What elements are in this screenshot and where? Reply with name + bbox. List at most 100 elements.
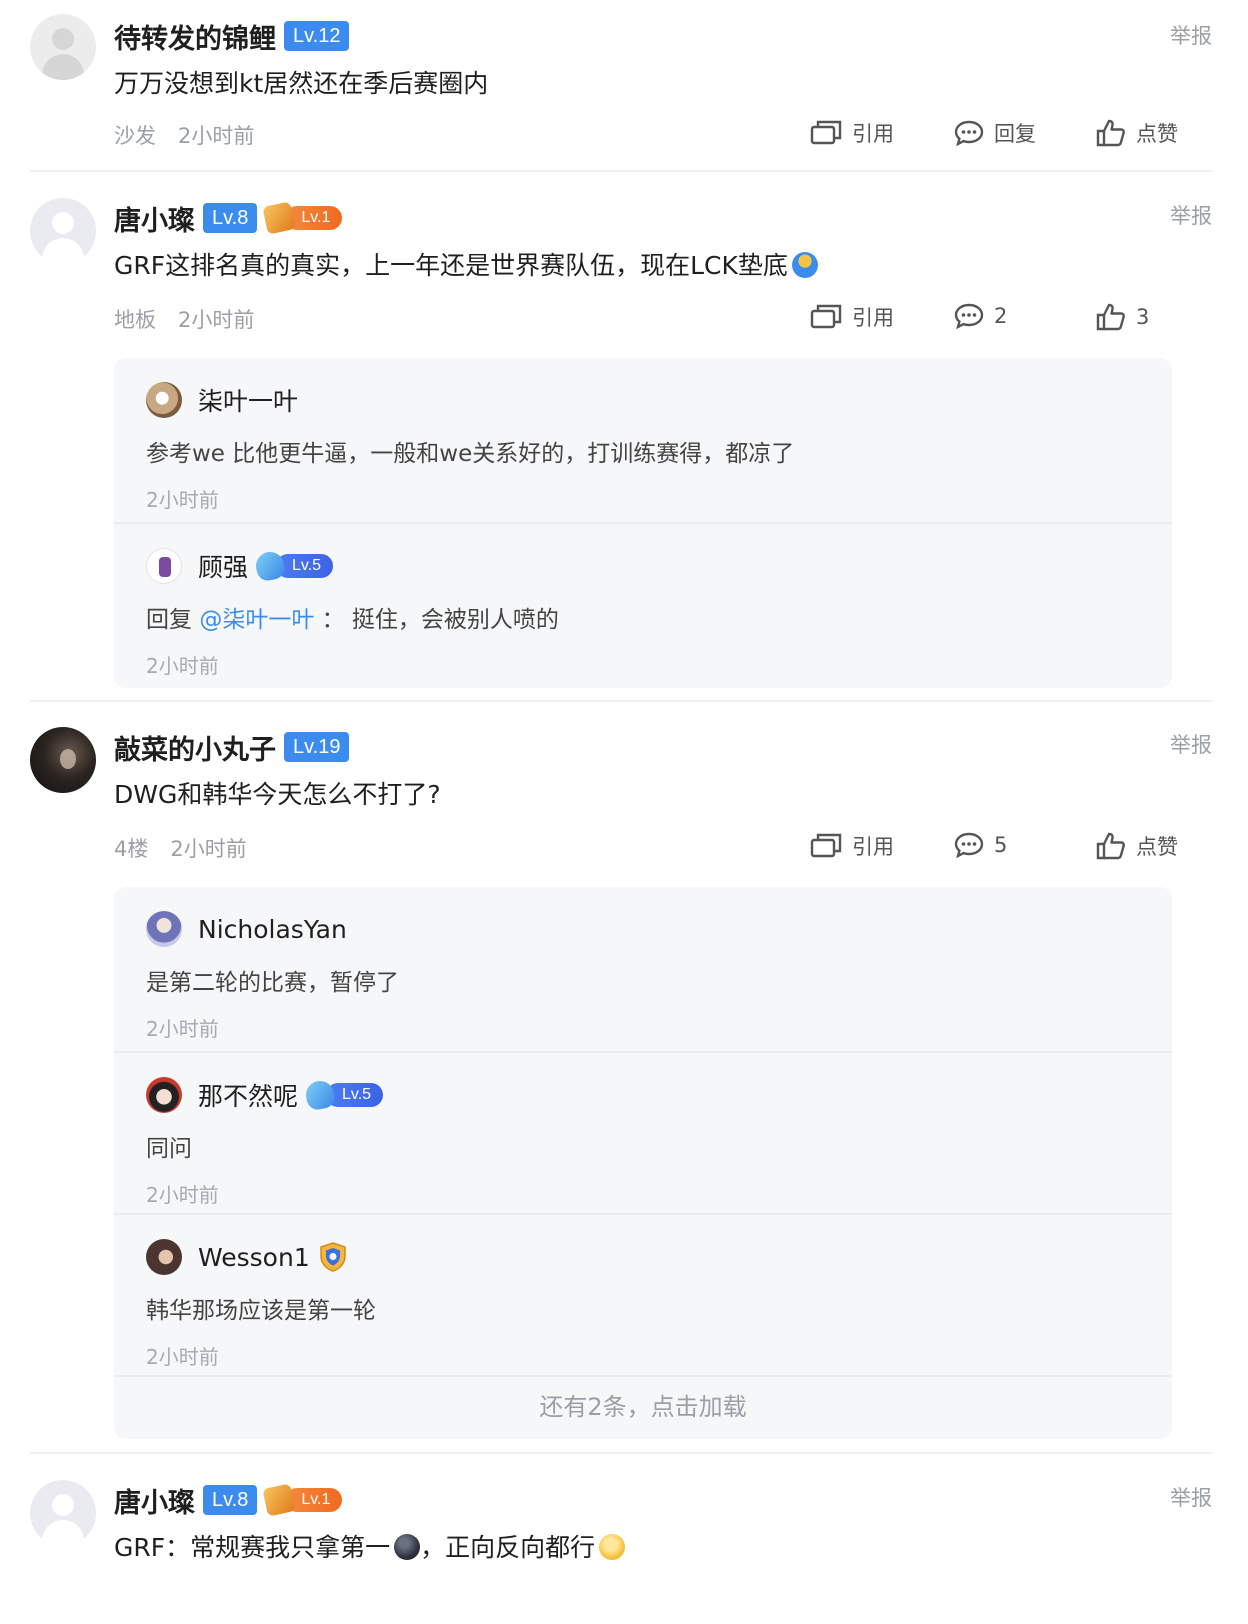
report-button[interactable]: 举报 <box>1170 729 1212 759</box>
user-avatar[interactable] <box>30 1480 96 1546</box>
game-level-badge: Lv.5 <box>253 549 334 583</box>
level-badge: Lv.19 <box>284 732 350 762</box>
load-more-button[interactable]: 还有2条，点击加载 <box>114 1377 1172 1437</box>
reply-count-button[interactable]: 2 <box>954 302 1007 330</box>
thumbs-up-icon <box>1096 119 1125 147</box>
divider <box>30 700 1212 702</box>
reply-item: Wesson1 韩华那场应该是第一轮 2小时前 <box>114 1215 1172 1377</box>
username[interactable]: 唐小璨 <box>114 199 195 238</box>
mention-link[interactable]: @柒叶一叶 <box>199 607 314 633</box>
game-level-badge: Lv.1 <box>262 1483 343 1517</box>
comment-post: 待转发的锦鲤 Lv.12 举报 万万没想到kt居然还在季后赛圈内 沙发 2小时前 … <box>30 14 1212 164</box>
reply-item: 柒叶一叶 参考we 比他更牛逼，一般和we关系好的，打训练赛得，都凉了 2小时前 <box>114 358 1172 524</box>
thumbs-up-icon <box>1096 303 1125 331</box>
game-level-badge: Lv.5 <box>303 1078 384 1112</box>
user-line: 待转发的锦鲤 Lv.12 <box>114 16 350 56</box>
comment-text: 万万没想到kt居然还在季后赛圈内 <box>114 69 489 98</box>
smile-emoji-icon <box>599 1534 626 1560</box>
reply-thread: 柒叶一叶 参考we 比他更牛逼，一般和we关系好的，打训练赛得，都凉了 2小时前… <box>114 358 1172 688</box>
reply-user-line: 那不然呢 Lv.5 <box>198 1077 384 1113</box>
timestamp: 2小时前 <box>170 837 247 861</box>
game-badge-icon <box>262 1483 296 1517</box>
comment-text: GRF：常规赛我只拿第一 ，正向反向都行 <box>114 1528 626 1564</box>
reply-timestamp: 2小时前 <box>146 1345 219 1369</box>
game-level-badge: Lv.1 <box>262 201 343 235</box>
reply-thread: NicholasYan 是第二轮的比赛，暂停了 2小时前 那不然呢 Lv.5 同… <box>114 887 1172 1439</box>
username[interactable]: 敲菜的小丸子 <box>114 728 276 767</box>
reply-username[interactable]: 柒叶一叶 <box>198 382 298 418</box>
reply-username[interactable]: Wesson1 <box>198 1243 310 1272</box>
reply-text: 韩华那场应该是第一轮 <box>146 1298 376 1324</box>
reply-avatar[interactable] <box>146 1239 182 1275</box>
reply-count-button[interactable]: 5 <box>954 831 1007 859</box>
comment-meta: 4楼 2小时前 <box>114 833 247 863</box>
reply-text: 参考we 比他更牛逼，一般和we关系好的，打训练赛得，都凉了 <box>146 441 795 467</box>
quote-icon <box>810 120 842 145</box>
report-button[interactable]: 举报 <box>1170 200 1212 230</box>
reply-avatar[interactable] <box>146 1077 182 1113</box>
quote-button[interactable]: 引用 <box>810 302 894 332</box>
like-button[interactable]: 点赞 <box>1096 118 1178 148</box>
reply-username[interactable]: 那不然呢 <box>198 1077 298 1113</box>
reply-item: 顾强 Lv.5 回复 @柒叶一叶 ： 挺住，会被别人喷的 2小时前 <box>114 524 1172 688</box>
timestamp: 2小时前 <box>178 124 255 148</box>
report-button[interactable]: 举报 <box>1170 20 1212 50</box>
reply-timestamp: 2小时前 <box>146 1017 219 1041</box>
comment-meta: 沙发 2小时前 <box>114 120 254 150</box>
reply-username[interactable]: 顾强 <box>198 548 248 584</box>
comment-text: DWG和韩华今天怎么不打了? <box>114 780 441 809</box>
quote-button[interactable]: 引用 <box>810 118 894 148</box>
username[interactable]: 待转发的锦鲤 <box>114 17 276 56</box>
comment-post: 敲菜的小丸子 Lv.19 举报 DWG和韩华今天怎么不打了? 4楼 2小时前 引用… <box>30 727 1212 1439</box>
reply-username[interactable]: NicholasYan <box>198 915 347 944</box>
user-avatar[interactable] <box>30 14 96 80</box>
reply-user-line: 柒叶一叶 <box>198 382 298 418</box>
quote-icon <box>810 304 842 329</box>
like-button[interactable]: 3 <box>1096 302 1149 332</box>
reply-user-line: NicholasYan <box>198 911 347 947</box>
reply-text: 回复 @柒叶一叶 ： 挺住，会被别人喷的 <box>146 607 559 633</box>
floor-label: 4楼 <box>114 837 149 861</box>
game-badge-icon <box>262 201 296 235</box>
comment-meta: 地板 2小时前 <box>114 304 254 334</box>
floor-label: 沙发 <box>114 124 156 148</box>
reply-item: NicholasYan 是第二轮的比赛，暂停了 2小时前 <box>114 887 1172 1053</box>
divider <box>30 1452 1212 1454</box>
quote-icon <box>810 833 842 858</box>
comment-icon <box>954 120 984 147</box>
reply-avatar[interactable] <box>146 382 182 418</box>
like-button[interactable]: 点赞 <box>1096 831 1178 861</box>
comment-text: GRF这排名真的真实，上一年还是世界赛队伍，现在LCK垫底 <box>114 246 818 282</box>
user-avatar[interactable] <box>30 727 96 793</box>
reply-timestamp: 2小时前 <box>146 488 219 512</box>
reply-user-line: 顾强 Lv.5 <box>198 548 334 584</box>
dark-face-emoji-icon <box>394 1534 421 1560</box>
reply-avatar[interactable] <box>146 911 182 947</box>
user-line: 唐小璨 Lv.8 Lv.1 <box>114 1480 343 1520</box>
quote-button[interactable]: 引用 <box>810 831 894 861</box>
floor-label: 地板 <box>114 308 156 332</box>
shield-icon <box>318 1241 348 1273</box>
comment-post: 唐小璨 Lv.8 Lv.1 举报 GRF：常规赛我只拿第一 ，正向反向都行 <box>30 1480 1212 1624</box>
shrug-emoji-icon <box>791 252 818 278</box>
user-avatar[interactable] <box>30 198 96 264</box>
reply-avatar[interactable] <box>146 548 182 584</box>
comment-actions: 引用 2 3 <box>810 302 1200 334</box>
report-button[interactable]: 举报 <box>1170 1482 1212 1512</box>
reply-text: 同问 <box>146 1136 192 1162</box>
timestamp: 2小时前 <box>178 308 255 332</box>
reply-item: 那不然呢 Lv.5 同问 2小时前 <box>114 1053 1172 1215</box>
comment-actions: 引用 5 点赞 <box>810 831 1200 863</box>
reply-timestamp: 2小时前 <box>146 1183 219 1207</box>
comment-icon <box>954 832 984 859</box>
level-badge: Lv.12 <box>284 21 350 51</box>
reply-button[interactable]: 回复 <box>954 118 1036 148</box>
reply-timestamp: 2小时前 <box>146 654 219 678</box>
comment-post: 唐小璨 Lv.8 Lv.1 举报 GRF这排名真的真实，上一年还是世界赛队伍，现… <box>30 198 1212 688</box>
reply-user-line: Wesson1 <box>198 1239 348 1275</box>
thumbs-up-icon <box>1096 832 1125 860</box>
level-badge: Lv.8 <box>203 203 258 233</box>
level-badge: Lv.8 <box>203 1485 258 1515</box>
username[interactable]: 唐小璨 <box>114 1481 195 1520</box>
user-line: 唐小璨 Lv.8 Lv.1 <box>114 198 343 238</box>
